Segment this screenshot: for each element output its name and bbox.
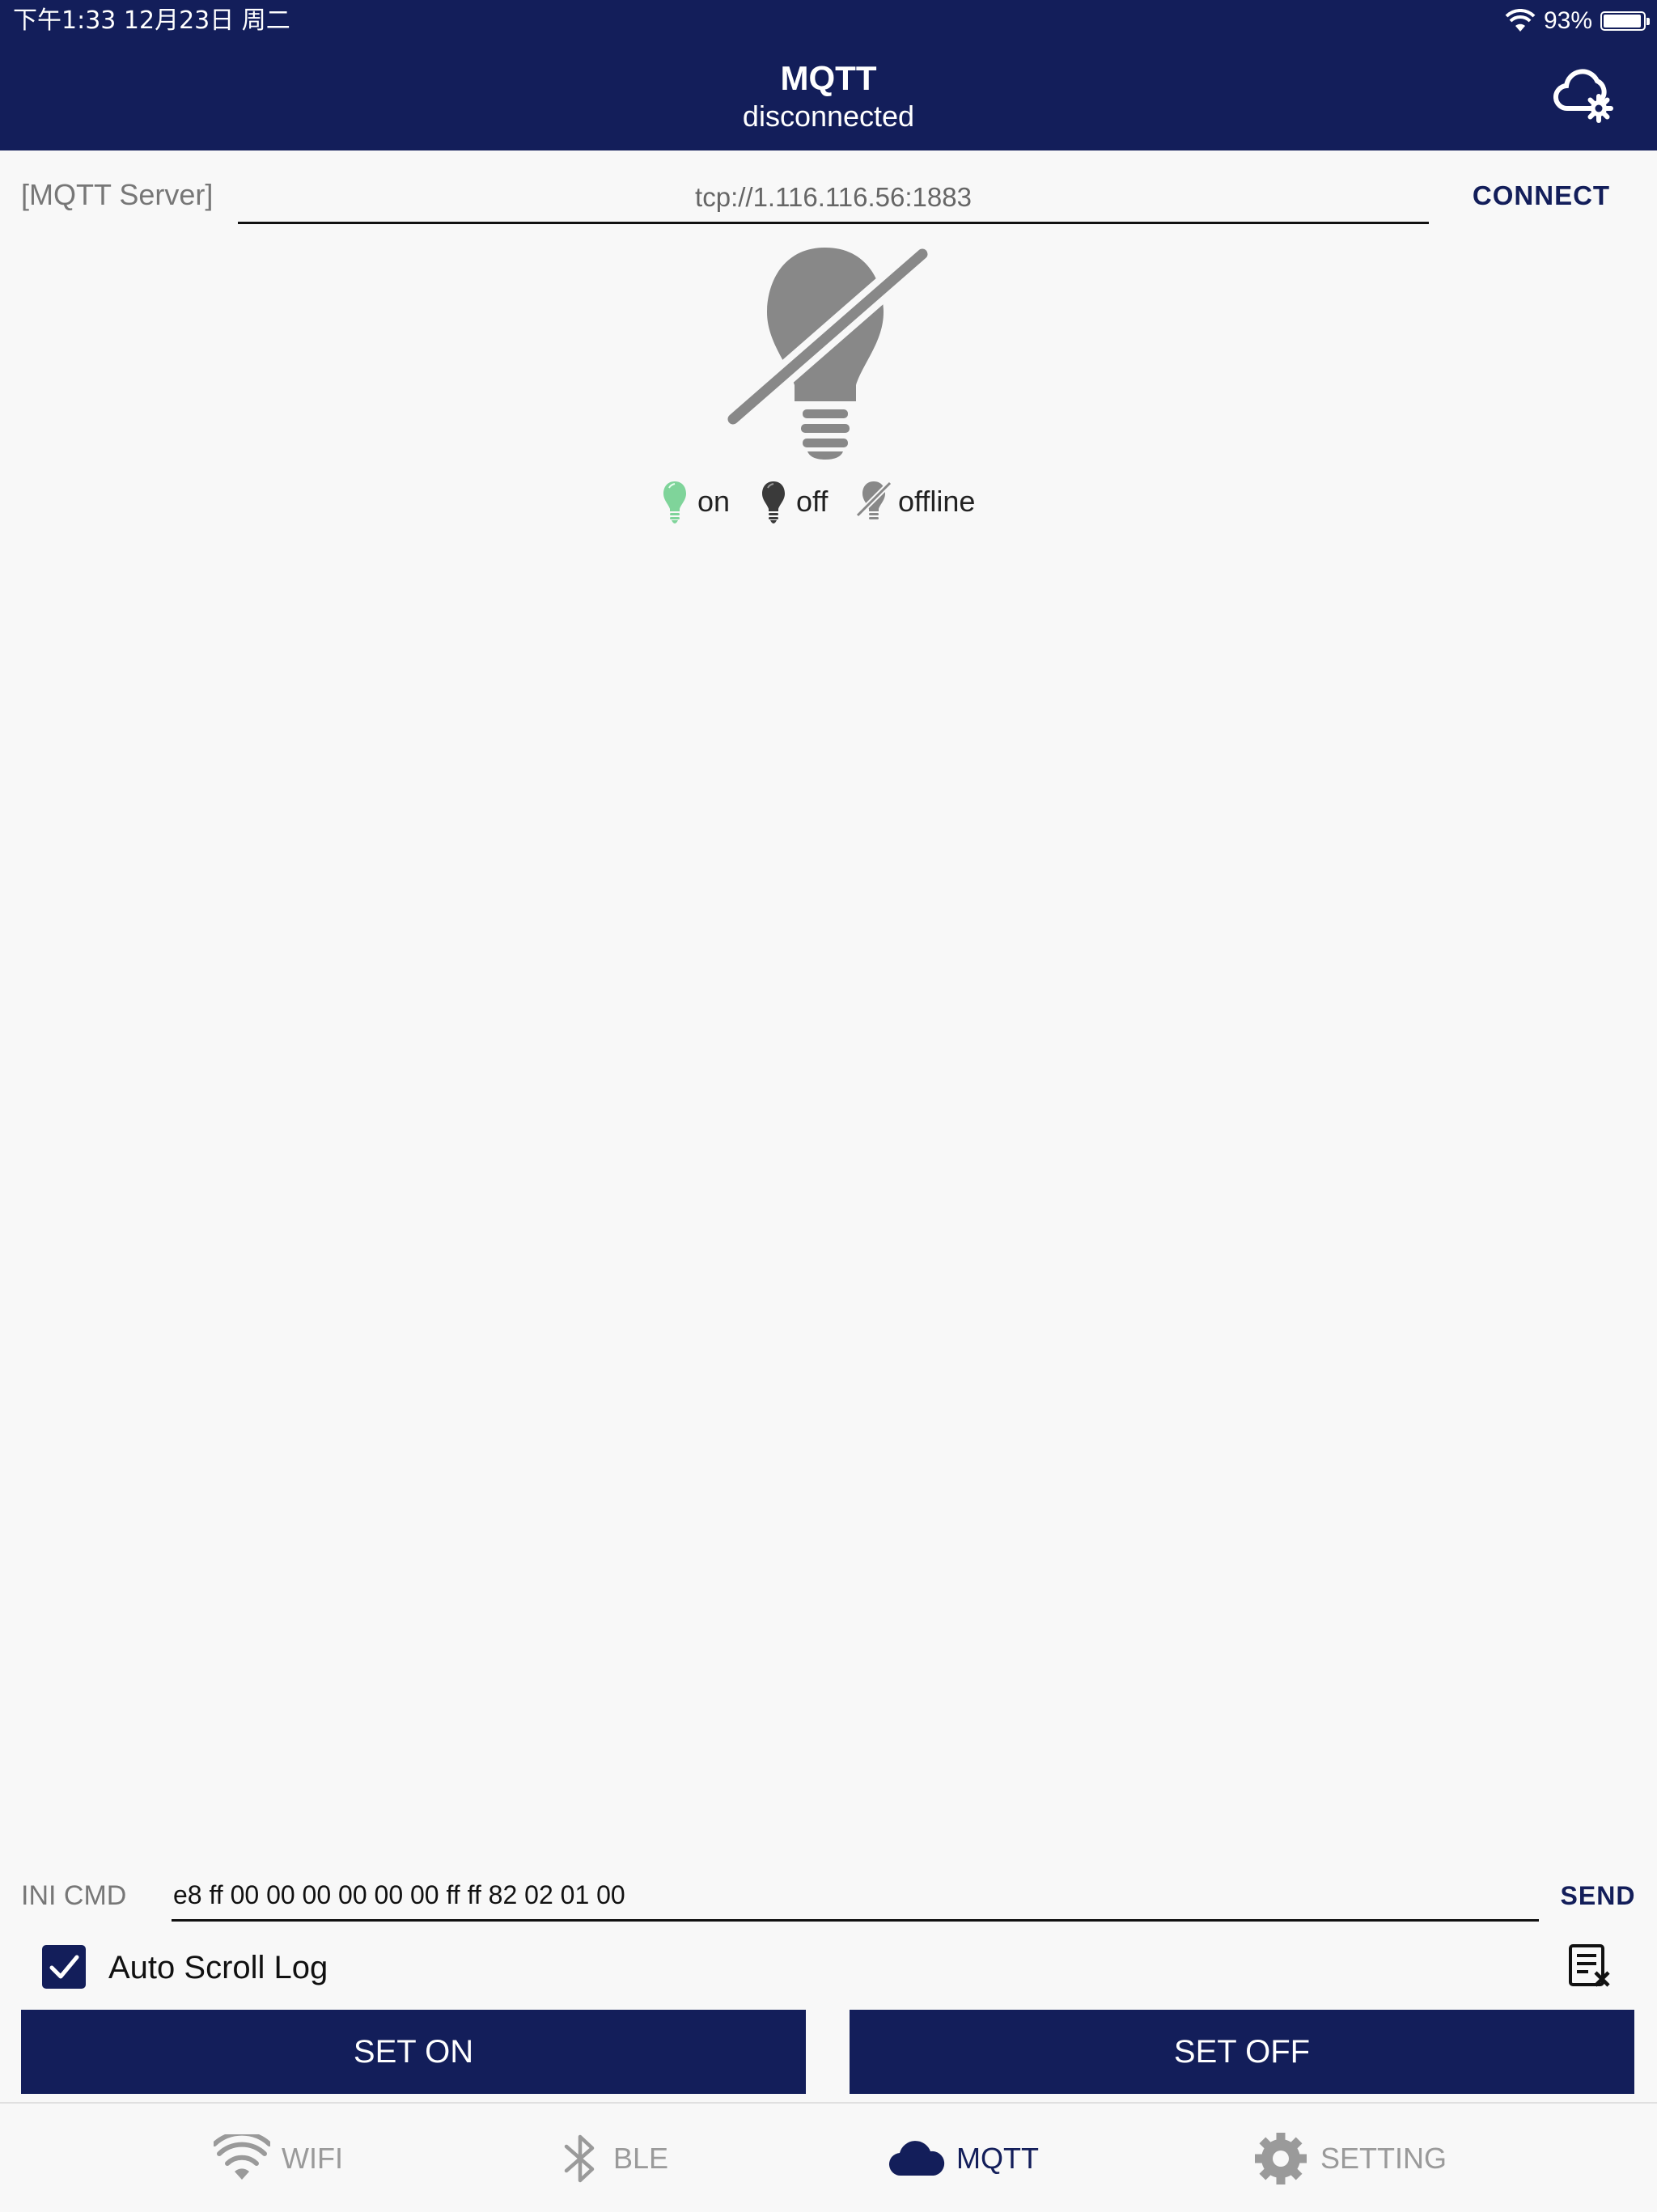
clear-log-icon[interactable] xyxy=(1566,1942,1613,1990)
tab-ble[interactable]: BLE xyxy=(558,2126,668,2191)
set-off-button[interactable]: SET OFF xyxy=(850,2010,1634,2094)
bulb-off-icon xyxy=(762,481,785,523)
tab-wifi[interactable]: WIFI xyxy=(214,2126,343,2191)
tab-mqtt-label: MQTT xyxy=(956,2142,1039,2175)
wifi-icon xyxy=(214,2134,270,2180)
gear-icon xyxy=(1255,2133,1307,2184)
checkmark-icon xyxy=(49,1955,79,1979)
mqtt-server-input[interactable] xyxy=(238,173,1429,224)
page-title: MQTT xyxy=(780,59,877,97)
legend-on: on xyxy=(659,477,730,526)
cloud-settings-icon[interactable] xyxy=(1553,66,1618,123)
ini-cmd-label: INI CMD xyxy=(21,1880,127,1911)
legend-off-label: off xyxy=(796,485,828,518)
tab-wifi-label: WIFI xyxy=(282,2142,343,2175)
tab-ble-label: BLE xyxy=(613,2142,669,2175)
auto-scroll-checkbox[interactable] xyxy=(42,1945,86,1989)
connect-button[interactable]: CONNECT xyxy=(1456,172,1626,220)
mqtt-server-label: [MQTT Server] xyxy=(21,178,214,211)
tab-setting[interactable]: SETTING xyxy=(1252,2126,1447,2191)
bluetooth-icon xyxy=(564,2134,595,2183)
status-time-date: 下午1:33 12月23日 周二 xyxy=(13,6,290,35)
connection-status: disconnected xyxy=(742,100,915,133)
status-indicators: 93% xyxy=(1505,5,1650,37)
battery-icon xyxy=(1600,11,1650,31)
cloud-icon xyxy=(888,2141,945,2176)
legend-on-label: on xyxy=(697,485,731,518)
tab-setting-label: SETTING xyxy=(1320,2142,1447,2175)
legend-offline-label: offline xyxy=(898,485,976,518)
auto-scroll-label: Auto Scroll Log xyxy=(108,1950,328,1985)
legend-offline: offline xyxy=(854,477,975,526)
legend-off: off xyxy=(757,477,828,526)
tab-mqtt[interactable]: MQTT xyxy=(888,2126,1039,2191)
set-on-button[interactable]: SET ON xyxy=(21,2010,806,2094)
bulb-offline-small-icon xyxy=(855,481,892,519)
send-button[interactable]: SEND xyxy=(1553,1877,1642,1914)
wifi-signal-icon xyxy=(1505,9,1536,32)
bulb-on-icon xyxy=(663,481,686,523)
bulb-offline-icon xyxy=(721,243,930,460)
ini-cmd-input[interactable] xyxy=(172,1871,1539,1922)
battery-percent: 93% xyxy=(1543,7,1592,34)
